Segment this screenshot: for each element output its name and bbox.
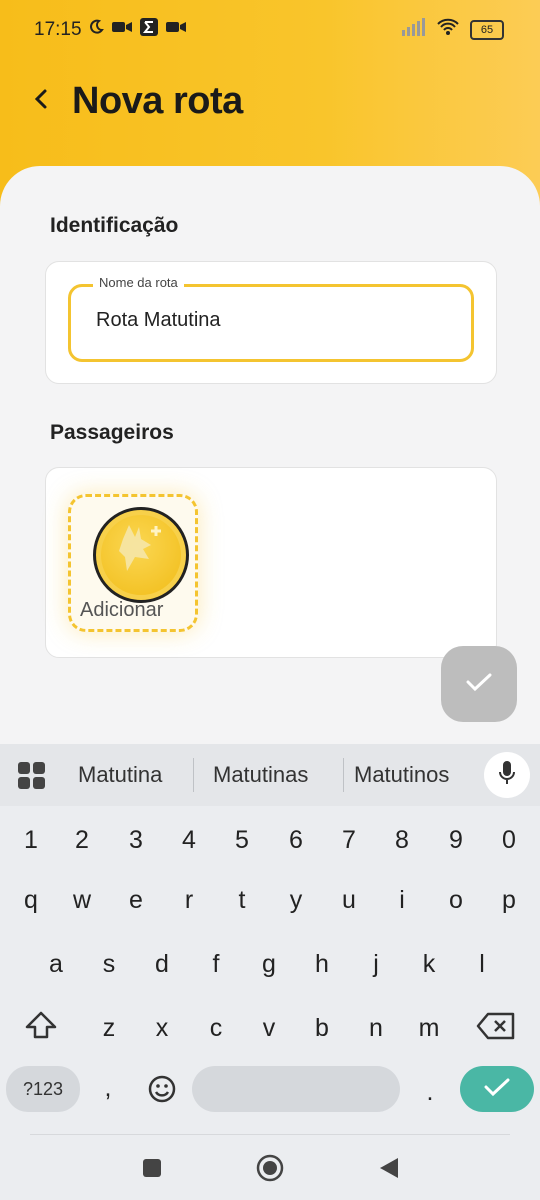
passengers-label: Passageiros [50,421,174,444]
symbols-key[interactable]: ?123 [6,1066,80,1112]
key-9[interactable]: 9 [436,826,476,855]
chevron-left-icon [32,88,50,115]
page-title: Nova rota [72,80,243,122]
check-icon [484,1077,510,1102]
key-0[interactable]: 0 [489,826,529,855]
back-button[interactable] [26,86,56,116]
key-a[interactable]: a [36,950,76,979]
route-name-label: Nome da rota [93,275,184,290]
key-o[interactable]: o [436,886,476,915]
sigma-icon [140,18,158,41]
key-d[interactable]: d [142,950,182,979]
key-k[interactable]: k [409,950,449,979]
suggestion-2[interactable]: Matutinas [213,762,308,788]
system-nav-bar [0,1134,540,1200]
route-name-value[interactable]: Rota Matutina [96,309,221,332]
key-p[interactable]: p [489,886,529,915]
video-icon-2 [166,20,186,39]
key-3[interactable]: 3 [116,826,156,855]
suggestion-divider [193,758,194,792]
key-n[interactable]: n [356,1014,396,1043]
key-b[interactable]: b [302,1014,342,1043]
status-left-icons [88,18,186,41]
identification-panel: Nome da rota Rota Matutina [45,261,497,384]
shift-key[interactable] [24,1010,58,1045]
passengers-panel: Adicionar [45,467,497,658]
moon-icon [88,19,104,40]
key-8[interactable]: 8 [382,826,422,855]
key-r[interactable]: r [169,886,209,915]
shift-icon [24,1011,58,1044]
suggestion-3[interactable]: Matutinos [354,762,449,788]
key-q[interactable]: q [11,886,51,915]
key-g[interactable]: g [249,950,289,979]
backspace-key[interactable] [476,1012,516,1045]
key-h[interactable]: h [302,950,342,979]
emoji-key[interactable] [147,1074,177,1109]
key-y[interactable]: y [276,886,316,915]
status-bar: 17:15 65 [0,0,540,60]
key-period[interactable]: . [410,1078,450,1107]
key-4[interactable]: 4 [169,826,209,855]
confirm-fab[interactable] [441,646,517,722]
microphone-icon [497,760,517,791]
key-5[interactable]: 5 [222,826,262,855]
microphone-button[interactable] [484,752,530,798]
suggestion-bar: Matutina Matutinas Matutinos [0,744,540,806]
suggestion-divider [343,758,344,792]
add-passenger-label: Adicionar [80,599,164,621]
back-nav-button[interactable] [378,1156,400,1185]
key-1[interactable]: 1 [11,826,51,855]
space-key[interactable] [192,1066,400,1112]
key-7[interactable]: 7 [329,826,369,855]
backspace-icon [476,1012,516,1044]
home-circle-icon [256,1154,284,1186]
add-passenger-button[interactable]: Adicionar [68,494,198,632]
key-j[interactable]: j [356,950,396,979]
triangle-back-icon [378,1158,400,1184]
identification-label: Identificação [50,214,179,237]
home-button[interactable] [256,1154,284,1187]
key-t[interactable]: t [222,886,262,915]
key-z[interactable]: z [89,1014,129,1043]
status-right-icons: 65 [402,18,504,41]
key-comma[interactable]: , [88,1074,128,1103]
battery-indicator: 65 [470,19,504,40]
key-6[interactable]: 6 [276,826,316,855]
enter-key[interactable] [460,1066,534,1112]
video-icon [112,20,132,39]
key-l[interactable]: l [462,950,502,979]
status-time: 17:15 [34,19,82,40]
key-2[interactable]: 2 [62,826,102,855]
wifi-icon [436,18,460,41]
kangaroo-coin-icon [93,507,189,603]
on-screen-keyboard: Matutina Matutinas Matutinos 1 2 3 4 5 6… [0,744,540,1200]
key-f[interactable]: f [196,950,236,979]
key-e[interactable]: e [116,886,156,915]
key-u[interactable]: u [329,886,369,915]
emoji-icon [147,1075,177,1108]
recents-button[interactable] [142,1158,162,1183]
key-s[interactable]: s [89,950,129,979]
route-name-field[interactable]: Nome da rota Rota Matutina [68,275,474,362]
check-icon [466,672,492,697]
signal-icon [402,18,426,41]
key-c[interactable]: c [196,1014,236,1043]
key-i[interactable]: i [382,886,422,915]
key-m[interactable]: m [409,1014,449,1043]
suggestion-1[interactable]: Matutina [78,762,162,788]
square-icon [142,1159,162,1182]
key-v[interactable]: v [249,1014,289,1043]
key-x[interactable]: x [142,1014,182,1043]
key-w[interactable]: w [62,886,102,915]
apps-grid-icon[interactable] [18,762,46,790]
